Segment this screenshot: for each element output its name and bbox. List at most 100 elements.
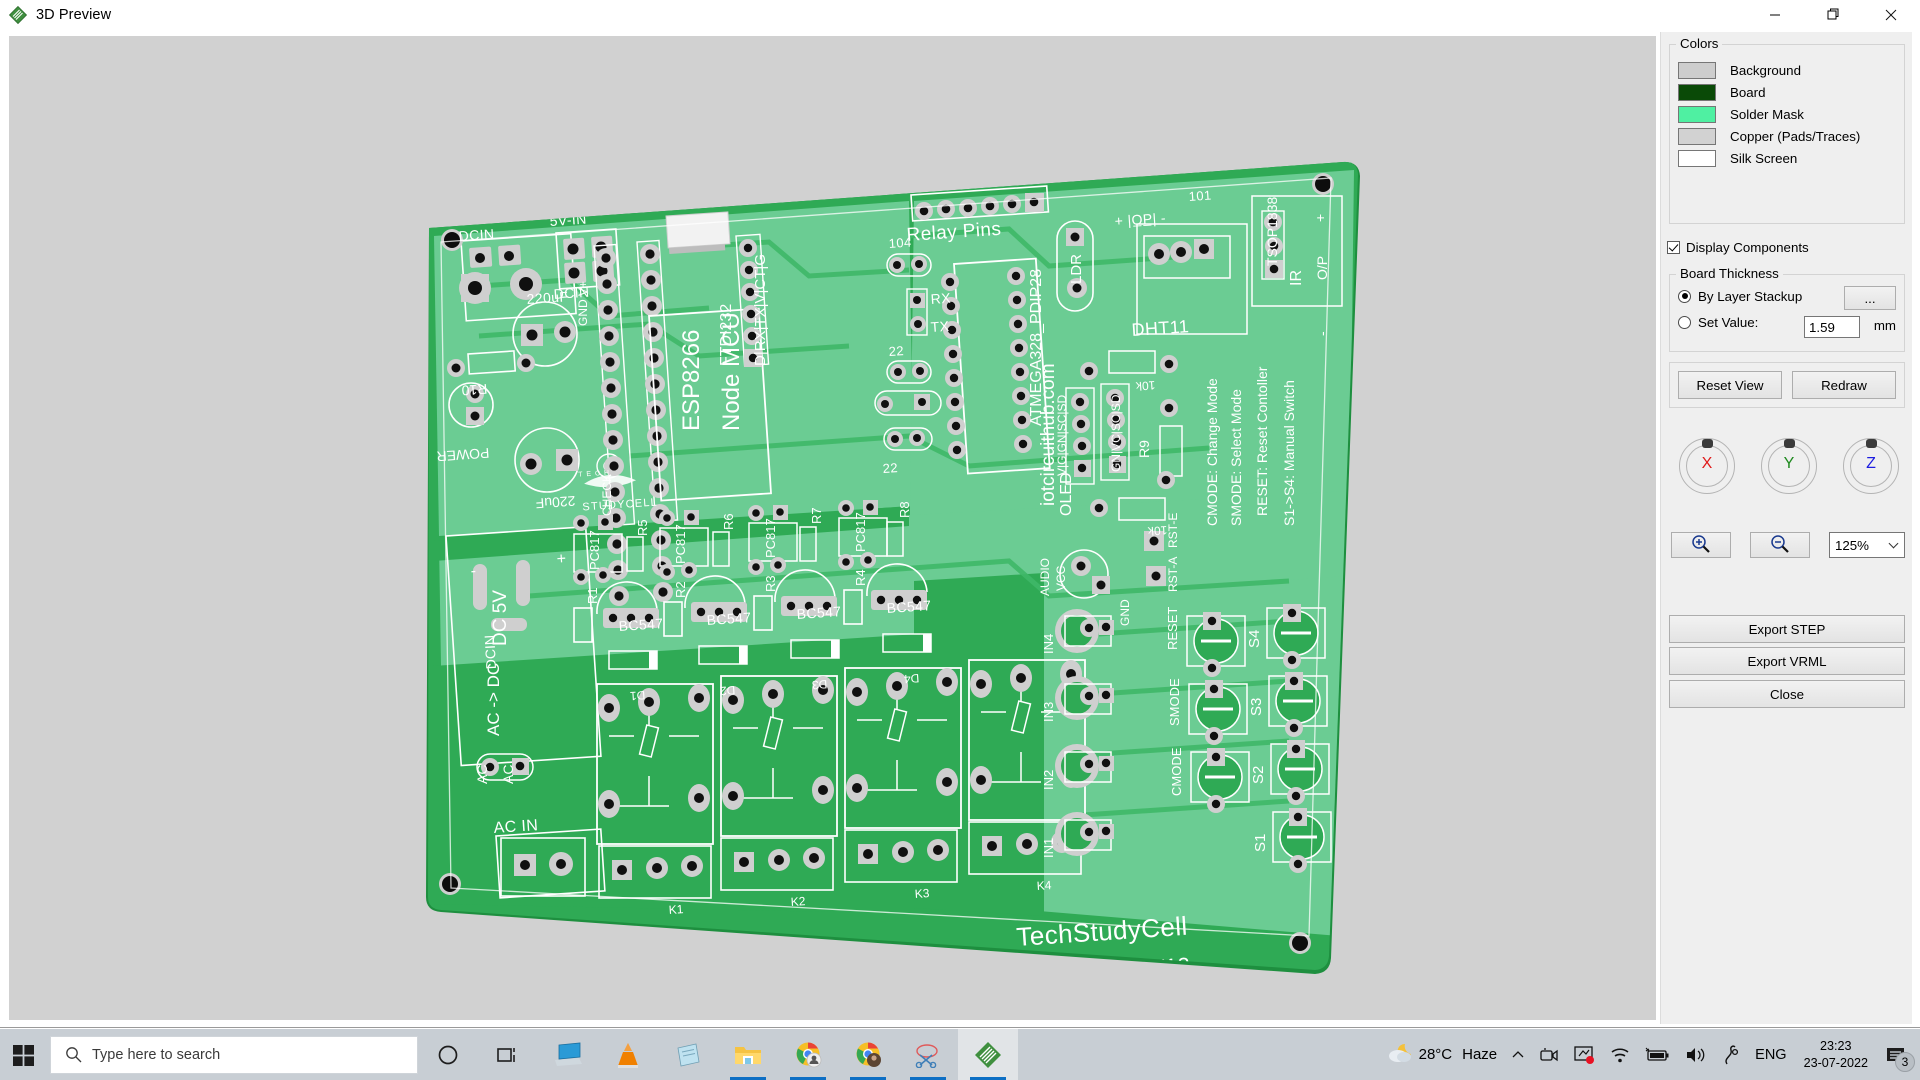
svg-text:R9: R9	[1136, 440, 1152, 458]
set-value-radio[interactable]	[1678, 315, 1691, 329]
notepad-icon[interactable]	[658, 1029, 718, 1080]
file-explorer-icon[interactable]	[718, 1029, 778, 1080]
easyeda-pcb-icon[interactable]	[958, 1029, 1018, 1080]
vlc-icon[interactable]	[598, 1029, 658, 1080]
svg-text:R5: R5	[635, 519, 650, 536]
zoom-out-icon	[1770, 534, 1790, 557]
thickness-value-input[interactable]: 1.59	[1804, 316, 1860, 338]
svg-text:BC547: BC547	[706, 609, 752, 628]
svg-text:K1: K1	[668, 902, 684, 917]
notification-count-badge: 3	[1895, 1052, 1915, 1072]
search-input[interactable]: Type here to search	[50, 1035, 418, 1074]
svg-text:GND V+: GND V+	[576, 281, 590, 326]
svg-text:D4: D4	[903, 671, 920, 686]
rotate-z-knob[interactable]: Z	[1843, 438, 1899, 494]
display-components-checkbox[interactable]	[1667, 241, 1680, 254]
solder-mask-color-swatch[interactable]	[1678, 105, 1716, 123]
svg-text:R4: R4	[853, 569, 868, 586]
settings-panel: Colors Background Board Solder Mask Copp…	[1660, 32, 1912, 1024]
svg-text:R6: R6	[721, 513, 736, 530]
svg-text:S1->S4: Manual Switch: S1->S4: Manual Switch	[1281, 380, 1297, 526]
by-layer-stackup-row[interactable]: By Layer Stackup ...	[1678, 283, 1904, 310]
svg-text:22: 22	[888, 343, 904, 359]
rotate-x-handle[interactable]	[1702, 439, 1713, 448]
snipping-tool-icon[interactable]	[898, 1029, 958, 1080]
set-value-row[interactable]: Set Value: 1.59 mm	[1678, 309, 1904, 338]
svg-text:IN4: IN4	[1041, 634, 1056, 654]
battery-icon[interactable]	[1638, 1029, 1678, 1080]
svg-text:DC 5V: DC 5V	[490, 590, 511, 646]
svg-text:R2: R2	[673, 581, 688, 598]
zoom-in-button[interactable]	[1671, 532, 1731, 558]
rotate-z-handle[interactable]	[1866, 439, 1877, 448]
board-color-swatch[interactable]	[1678, 83, 1716, 101]
cortana-icon[interactable]	[418, 1029, 478, 1080]
maximize-button[interactable]	[1804, 0, 1862, 29]
chrome-profile2-icon[interactable]	[838, 1029, 898, 1080]
rotate-y-label: Y	[1783, 455, 1795, 472]
by-layer-stackup-radio[interactable]	[1678, 289, 1691, 303]
board-color-label: Board	[1730, 84, 1766, 100]
by-layer-stackup-label: By Layer Stackup	[1698, 288, 1803, 304]
3d-viewport[interactable]: DCIN 5V-IN DCIN 220uF AC IN 104 RX TX 22…	[9, 36, 1656, 1020]
svg-text:DCIN: DCIN	[458, 226, 495, 244]
screen-record-icon[interactable]	[1566, 1029, 1602, 1080]
svg-text:S4: S4	[1246, 630, 1263, 648]
color-row-board[interactable]: Board	[1678, 81, 1904, 103]
zoom-out-button[interactable]	[1750, 532, 1810, 558]
copper-color-label: Copper (Pads/Traces)	[1730, 128, 1861, 144]
volume-icon[interactable]	[1678, 1029, 1714, 1080]
color-row-silk-screen[interactable]: Silk Screen	[1678, 147, 1904, 169]
language-indicator[interactable]: ENG	[1748, 1029, 1793, 1080]
rotate-y-knob[interactable]: Y	[1761, 438, 1817, 494]
rotate-y-handle[interactable]	[1784, 439, 1795, 448]
camera-icon[interactable]	[1532, 1029, 1566, 1080]
wifi-icon[interactable]	[1602, 1029, 1638, 1080]
task-view-icon[interactable]	[478, 1029, 538, 1080]
background-color-swatch[interactable]	[1678, 61, 1716, 79]
pen-icon[interactable]	[1714, 1029, 1748, 1080]
color-row-solder-mask[interactable]: Solder Mask	[1678, 103, 1904, 125]
pcb-board-render: DCIN 5V-IN DCIN 220uF AC IN 104 RX TX 22…	[9, 36, 1656, 1020]
reset-view-button[interactable]: Reset View	[1678, 371, 1782, 399]
export-vrml-button[interactable]: Export VRML	[1669, 647, 1905, 675]
svg-text:TSOP1838: TSOP1838	[1264, 197, 1280, 266]
color-row-background[interactable]: Background	[1678, 59, 1904, 81]
svg-text:D2: D2	[719, 683, 736, 698]
layer-stackup-button[interactable]: ...	[1844, 286, 1896, 310]
copper-color-swatch[interactable]	[1678, 127, 1716, 145]
svg-text:5V-IN: 5V-IN	[549, 211, 587, 229]
close-button[interactable]	[1862, 0, 1920, 29]
remote-desktop-icon[interactable]	[538, 1029, 598, 1080]
svg-text:D1: D1	[629, 688, 646, 703]
redraw-button[interactable]: Redraw	[1792, 371, 1896, 399]
svg-text:IN1: IN1	[1041, 838, 1056, 858]
svg-text:22: 22	[882, 460, 898, 476]
display-components-row[interactable]: Display Components	[1667, 240, 1809, 255]
zoom-level-value: 125%	[1835, 537, 1870, 553]
board-thickness-group: Board Thickness By Layer Stackup ... Set…	[1669, 266, 1905, 352]
start-button[interactable]	[0, 1029, 48, 1080]
zoom-level-select[interactable]: 125%	[1829, 532, 1905, 558]
weather-temperature: 28°C	[1418, 1046, 1453, 1063]
clock-date: 23-07-2022	[1803, 1055, 1868, 1070]
svg-text:PC817: PC817	[763, 518, 778, 558]
chevron-down-icon[interactable]	[1888, 538, 1899, 549]
rotate-x-knob[interactable]: X	[1679, 438, 1735, 494]
svg-text:R10: R10	[461, 381, 488, 399]
3d-preview-window: 3D Preview DCIN 5V-IN DCIN 220uF AC IN 1…	[0, 0, 1920, 1028]
svg-text:CMODE: CMODE	[1169, 747, 1184, 796]
show-hidden-icons-button[interactable]	[1504, 1029, 1532, 1080]
colors-group: Colors Background Board Solder Mask Copp…	[1669, 36, 1905, 224]
notifications-button[interactable]: 3	[1878, 1029, 1915, 1080]
color-row-copper[interactable]: Copper (Pads/Traces)	[1678, 125, 1904, 147]
weather-widget[interactable]: 28°C Haze	[1380, 1029, 1505, 1080]
chrome-profile1-icon[interactable]	[778, 1029, 838, 1080]
silk-screen-color-swatch[interactable]	[1678, 149, 1716, 167]
close-panel-button[interactable]: Close	[1669, 680, 1905, 708]
export-step-button[interactable]: Export STEP	[1669, 615, 1905, 643]
svg-text:IN2: IN2	[1041, 770, 1056, 790]
board-top-face: DCIN 5V-IN DCIN 220uF AC IN 104 RX TX 22…	[428, 161, 1358, 970]
clock[interactable]: 23:23 23-07-2022	[1794, 1038, 1878, 1072]
minimize-button[interactable]	[1746, 0, 1804, 29]
